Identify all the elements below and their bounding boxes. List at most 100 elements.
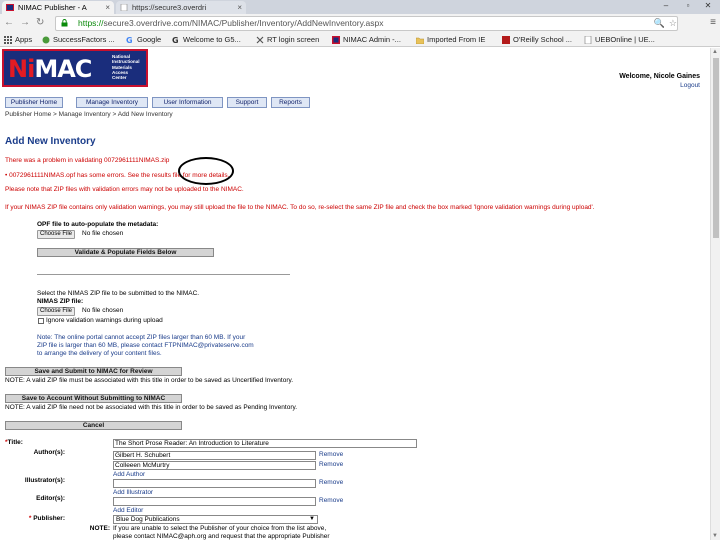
publisher-select[interactable]: Blue Dog Publications ▼	[113, 515, 318, 524]
remove-author-2-link[interactable]: Remove	[319, 461, 343, 468]
star-icon[interactable]: ☆	[669, 18, 677, 28]
svg-text:G: G	[172, 36, 179, 44]
page-title: Add New Inventory	[5, 136, 96, 147]
authors-label: Author(s):	[33, 449, 65, 456]
minimize-icon[interactable]: –	[656, 1, 676, 10]
remove-author-1-link[interactable]: Remove	[319, 451, 343, 458]
nav-user-information[interactable]: User Information	[152, 97, 223, 108]
remove-editor-link[interactable]: Remove	[319, 497, 343, 504]
url-bar[interactable]: https://secure3.overdrive.com/NIMAC/Publ…	[55, 16, 678, 31]
nimac-favicon-icon	[332, 36, 340, 44]
svg-text:G: G	[126, 36, 133, 44]
oreilly-icon	[502, 36, 510, 44]
error-warnings-instructions: If your NIMAS ZIP file contains only val…	[5, 204, 595, 211]
bookmark-nimac-admin[interactable]: NIMAC Admin -...	[332, 33, 401, 46]
illustrators-label: Illustrator(s):	[24, 477, 65, 484]
publisher-selected-value: Blue Dog Publications	[116, 516, 180, 523]
add-editor-link[interactable]: Add Editor	[113, 507, 143, 514]
bookmark-imported-ie[interactable]: Imported From IE	[416, 33, 485, 46]
google-icon: G	[126, 36, 133, 44]
zip-choose-file-button[interactable]: Choose File	[37, 307, 76, 316]
page-icon	[584, 36, 592, 44]
browser-tab-bar: NIMAC Publisher - A × https://secure3.ov…	[0, 0, 720, 14]
bookmark-uebonline[interactable]: UEBOnline | UE...	[584, 33, 655, 46]
back-icon[interactable]: ←	[4, 17, 14, 28]
close-tab-icon[interactable]: ×	[237, 1, 242, 14]
bookmarks-bar: Apps SuccessFactors ... G Google G Welco…	[0, 33, 720, 47]
cancel-button[interactable]: Cancel	[5, 421, 182, 430]
folder-icon	[416, 37, 424, 44]
bookmark-google[interactable]: G Google	[126, 33, 161, 46]
logo-tagline: National Instructional Materials Access …	[112, 54, 140, 81]
menu-icon[interactable]: ≡	[710, 17, 716, 28]
bookmark-successfactors[interactable]: SuccessFactors ...	[42, 33, 115, 46]
page-scrollbar[interactable]: ▲ ▼	[710, 48, 720, 540]
logout-link[interactable]: Logout	[680, 82, 700, 89]
author-input-1[interactable]: Gilbert H. Schubert	[113, 451, 316, 460]
nimac-logo[interactable]: NiMAC National Instructional Materials A…	[2, 49, 148, 87]
scroll-up-icon[interactable]: ▲	[712, 49, 718, 55]
error-validation-problem: There was a problem in validating 007296…	[5, 157, 170, 164]
bookmark-g5[interactable]: G Welcome to G5...	[172, 33, 241, 46]
maximize-icon[interactable]: ▫	[678, 1, 698, 10]
ignore-warnings-label: Ignore validation warnings during upload	[46, 317, 163, 324]
nav-reports[interactable]: Reports	[271, 97, 310, 108]
save-without-submitting-button[interactable]: Save to Account Without Submitting to NI…	[5, 394, 182, 403]
add-illustrator-link[interactable]: Add Illustrator	[113, 489, 153, 496]
zoom-icon[interactable]: 🔍	[654, 18, 665, 28]
zip-size-note: Note: The online portal cannot accept ZI…	[37, 334, 254, 357]
welcome-message: Welcome, Nicole Gaines	[619, 73, 700, 80]
save-and-submit-button[interactable]: Save and Submit to NIMAC for Review	[5, 367, 182, 376]
opf-label: OPF file to auto-populate the metadata:	[37, 221, 159, 228]
ignore-warnings-checkbox[interactable]	[38, 318, 44, 324]
scrollbar-thumb[interactable]	[713, 58, 719, 238]
section-divider	[37, 274, 290, 275]
nav-manage-inventory[interactable]: Manage Inventory	[76, 97, 148, 108]
browser-tab-active[interactable]: NIMAC Publisher - A ×	[2, 1, 114, 14]
nimac-favicon-icon	[6, 4, 14, 11]
reload-icon[interactable]: ↻	[36, 17, 44, 28]
rt-icon	[256, 36, 264, 44]
validate-populate-button[interactable]: Validate & Populate Fields Below	[37, 248, 214, 257]
close-tab-icon[interactable]: ×	[105, 1, 110, 14]
title-input[interactable]: The Short Prose Reader: An Introduction …	[113, 439, 417, 448]
url-scheme: https://	[78, 18, 104, 28]
browser-tab-title: https://secure3.overdri	[132, 3, 207, 12]
browser-tab-title: NIMAC Publisher - A	[18, 3, 87, 12]
forward-icon[interactable]: →	[20, 17, 30, 28]
error-zip-note: Please note that ZIP files with validati…	[5, 186, 244, 193]
zip-label: NIMAS ZIP file:	[37, 298, 84, 305]
logo-wordmark: NiMAC	[8, 55, 92, 83]
window-close-icon[interactable]: ✕	[698, 1, 718, 10]
apps-grid-icon	[4, 36, 12, 44]
remove-illustrator-link[interactable]: Remove	[319, 479, 343, 486]
zip-select-text: Select the NIMAS ZIP file to be submitte…	[37, 290, 200, 297]
lock-icon	[61, 19, 68, 27]
author-input-2[interactable]: Colleeen McMurtry	[113, 461, 316, 470]
breadcrumb: Publisher Home > Manage Inventory > Add …	[5, 111, 173, 118]
opf-file-status: No file chosen	[82, 230, 124, 237]
address-toolbar: ← → ↻ https://secure3.overdrive.com/NIMA…	[0, 14, 720, 33]
publisher-label: * Publisher:	[28, 515, 65, 522]
annotation-circle	[178, 157, 234, 185]
publisher-note-line-1: If you are unable to select the Publishe…	[113, 525, 327, 532]
browser-tab-inactive[interactable]: https://secure3.overdri ×	[116, 1, 246, 14]
bookmark-rt-login[interactable]: RT login screen	[256, 33, 319, 46]
nav-publisher-home[interactable]: Publisher Home	[5, 97, 63, 108]
save-note: NOTE: A valid ZIP file need not be assoc…	[5, 404, 298, 411]
publisher-note-line-2: please contact NIMAC@aph.org and request…	[113, 533, 330, 540]
opf-choose-file-button[interactable]: Choose File	[37, 230, 76, 239]
g5-icon: G	[172, 36, 179, 44]
bookmark-oreilly[interactable]: O'Reilly School ...	[502, 33, 572, 46]
nav-support[interactable]: Support	[227, 97, 267, 108]
scroll-down-icon[interactable]: ▼	[712, 533, 718, 539]
submit-note: NOTE: A valid ZIP file must be associate…	[5, 377, 294, 384]
bookmark-apps[interactable]: Apps	[4, 33, 32, 46]
illustrator-input[interactable]	[113, 479, 316, 488]
title-label: *Title:	[5, 439, 23, 446]
publisher-note-label: NOTE:	[89, 525, 110, 532]
successfactors-icon	[42, 36, 50, 44]
editor-input[interactable]	[113, 497, 316, 506]
add-author-link[interactable]: Add Author	[113, 471, 145, 478]
page-icon	[120, 4, 128, 11]
